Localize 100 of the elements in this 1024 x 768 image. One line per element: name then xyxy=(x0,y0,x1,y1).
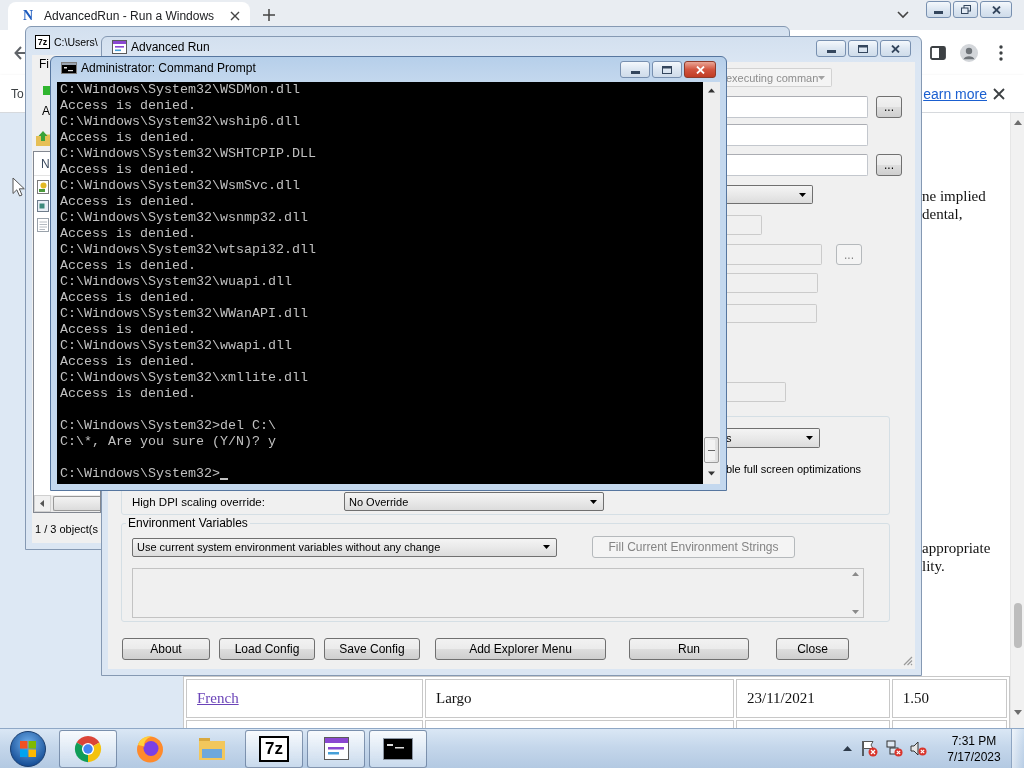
menu-icon[interactable] xyxy=(999,44,1003,61)
minimize-icon xyxy=(826,49,836,53)
console-line: Access is denied. xyxy=(60,98,196,114)
maximize-button[interactable] xyxy=(652,61,682,78)
dropdown-arrow-icon xyxy=(543,545,550,549)
console-line: Access is denied. xyxy=(60,162,196,178)
console-line: Access is denied. xyxy=(60,290,196,306)
chrome-icon xyxy=(73,733,103,764)
profile-icon[interactable] xyxy=(960,43,978,62)
dropdown[interactable]: s xyxy=(726,428,820,448)
scroll-left-icon[interactable] xyxy=(34,495,51,512)
dropdown[interactable]: No Override xyxy=(344,492,604,511)
maximize-button[interactable] xyxy=(848,40,878,57)
window-title: Advanced Run xyxy=(131,40,210,54)
clock-date[interactable]: 7/17/2023 xyxy=(947,748,1001,765)
taskbar-button[interactable] xyxy=(369,729,427,768)
dialog-button[interactable]: Close xyxy=(776,638,849,660)
dialog-button[interactable]: Save Config xyxy=(324,638,420,660)
close-button[interactable] xyxy=(684,61,716,78)
text-field[interactable] xyxy=(726,124,868,146)
console-line: C:\Windows\System32\wship6.dll xyxy=(60,114,300,130)
console-line: Access is denied. xyxy=(60,194,196,210)
app-window-icon xyxy=(112,40,127,54)
back-arrow-icon[interactable] xyxy=(14,45,25,60)
table-link[interactable]: French xyxy=(197,690,239,706)
console-line: C:\Windows\System32\xmllite.dll xyxy=(60,370,308,386)
archiver-logo: 7z xyxy=(259,735,289,762)
minimize-icon xyxy=(630,70,640,74)
horizontal-scrollbar[interactable] xyxy=(34,495,100,512)
column-header[interactable]: N xyxy=(41,156,50,171)
text-field[interactable] xyxy=(726,154,868,176)
chevron-down-icon[interactable] xyxy=(897,11,909,19)
toolbar-button[interactable]: A xyxy=(38,86,50,118)
text-file-icon xyxy=(37,217,49,232)
plus-icon[interactable] xyxy=(263,9,275,21)
caret-up-icon[interactable] xyxy=(843,746,852,751)
console-line: Access is denied. xyxy=(60,386,196,402)
dialog-button[interactable]: Run xyxy=(629,638,749,660)
table-cell: Largo xyxy=(424,679,734,718)
browse-button[interactable]: ... xyxy=(876,96,902,118)
status-text: 1 / 3 object(s xyxy=(35,522,98,536)
close-icon xyxy=(891,44,900,53)
console-scrollbar[interactable] xyxy=(703,82,720,484)
close-button[interactable] xyxy=(980,1,1012,18)
flag-icon[interactable] xyxy=(861,740,878,757)
dropdown[interactable]: Use current system environment variables without any change xyxy=(132,537,557,557)
network-icon[interactable] xyxy=(886,740,903,757)
scrollbar-thumb[interactable] xyxy=(704,437,719,463)
minimize-icon xyxy=(934,10,943,14)
info-link[interactable]: earn more xyxy=(923,85,987,102)
console-line: C:\Windows\System32\wuapi.dll xyxy=(60,274,292,290)
table-cell: 23/11/2021 xyxy=(736,679,890,718)
dialog-button[interactable]: Load Config xyxy=(219,638,315,660)
window-icon xyxy=(37,198,49,213)
console-line: C:\Windows\System32\WSHTCPIP.DLL xyxy=(60,146,316,162)
taskbar-button[interactable]: 7z xyxy=(245,729,303,768)
page-scrollbar[interactable] xyxy=(1010,113,1024,728)
console-line: C:\Windows\System32> xyxy=(60,466,220,482)
table-cell: 1.50 xyxy=(891,679,1007,718)
close-icon[interactable] xyxy=(993,87,1005,100)
clock-time[interactable]: 7:31 PM xyxy=(951,732,997,749)
minimize-button[interactable] xyxy=(620,61,650,78)
start-button[interactable] xyxy=(8,729,48,768)
dropdown-arrow-icon xyxy=(590,499,597,504)
maximize-icon xyxy=(662,65,672,74)
dropdown-arrow-icon xyxy=(799,192,806,197)
window-title: C:\Users\ xyxy=(54,35,98,49)
text-cursor xyxy=(219,478,228,480)
resize-grip-icon[interactable] xyxy=(903,656,913,666)
app-logo: 7z xyxy=(35,35,50,49)
speaker-icon[interactable] xyxy=(910,740,927,757)
console-line: Access is denied. xyxy=(60,130,196,146)
browse-button[interactable]: ... xyxy=(876,154,902,176)
console-line: C:\Windows\System32\wsnmp32.dll xyxy=(60,210,308,226)
console-line: C:\Windows\System32\WsmSvc.dll xyxy=(60,178,300,194)
restore-button[interactable] xyxy=(953,1,978,18)
scroll-up-icon[interactable] xyxy=(1013,120,1022,125)
text-field[interactable] xyxy=(726,96,868,118)
maximize-icon xyxy=(858,44,868,53)
firefox-icon xyxy=(135,733,165,764)
scrollbar-thumb[interactable] xyxy=(53,496,100,511)
close-icon[interactable] xyxy=(230,11,240,21)
console-line: C:\Windows\System32\WSDMon.dll xyxy=(60,82,300,98)
minimize-button[interactable] xyxy=(926,1,951,18)
minimize-button[interactable] xyxy=(816,40,846,57)
side-panel-icon[interactable] xyxy=(930,45,946,60)
dialog-button[interactable]: About xyxy=(122,638,210,660)
scroll-down-icon[interactable] xyxy=(1013,710,1022,715)
dialog-button[interactable]: Add Explorer Menu xyxy=(435,638,606,660)
close-button[interactable] xyxy=(880,40,911,57)
scrollbar-thumb[interactable] xyxy=(1013,603,1022,648)
windows-logo-icon xyxy=(9,729,47,768)
menu-item[interactable]: Fi xyxy=(39,57,49,71)
dropdown[interactable] xyxy=(726,185,813,204)
paragraph-text: appropriate lity. xyxy=(922,539,991,575)
document-icon xyxy=(37,179,49,194)
app-window-icon xyxy=(321,734,351,763)
console-line: Access is denied. xyxy=(60,322,196,338)
taskbar-button[interactable] xyxy=(307,729,365,768)
folder-up-icon[interactable] xyxy=(36,130,50,146)
